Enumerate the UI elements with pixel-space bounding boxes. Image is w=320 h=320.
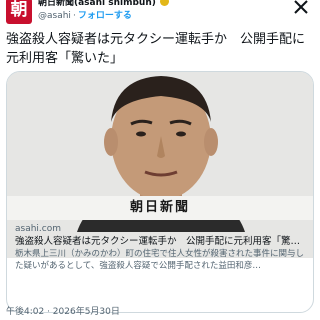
follow-button[interactable]: フォローする bbox=[78, 11, 132, 21]
card-domain: asahi.com bbox=[15, 224, 62, 234]
display-name[interactable]: 朝日新聞(asahi shimbun) bbox=[38, 0, 156, 8]
card-title[interactable]: 強盗殺人容疑者は元タクシー運転手か 公開手配に元利用客「驚いた… bbox=[15, 235, 305, 248]
account-handle-row: @asahi · フォローする bbox=[38, 10, 132, 22]
close-icon[interactable] bbox=[292, 0, 310, 16]
card-body[interactable]: asahi.com 強盗殺人容疑者は元タクシー運転手か 公開手配に元利用客「驚い… bbox=[7, 220, 313, 272]
card-brand-logo: 朝日新聞 bbox=[7, 196, 313, 220]
tweet-timestamp[interactable]: 午後4:02 · 2026年5月30日 bbox=[6, 306, 120, 318]
account-handle[interactable]: @asahi bbox=[38, 11, 71, 21]
link-card[interactable]: 朝日新聞 asahi.com 強盗殺人容疑者は元タクシー運転手か 公開手配に元利… bbox=[6, 71, 314, 313]
separator-dot: · bbox=[72, 11, 76, 21]
verified-badge-icon bbox=[159, 0, 169, 6]
avatar-logo-text: 朝 bbox=[10, 0, 28, 20]
account-name-row: 朝日新聞(asahi shimbun) bbox=[38, 0, 169, 9]
tweet-header: 朝 朝日新聞(asahi shimbun) @asahi · フォローする bbox=[6, 0, 320, 24]
tweet-text: 強盗殺人容疑者は元タクシー運転手か 公開手配に元利用客「驚いた」 bbox=[6, 32, 306, 66]
avatar[interactable]: 朝 bbox=[6, 0, 32, 24]
card-description: 栃木県上三川（かみのかわ）町の住宅で住人女性が殺害された事件に関与した疑いがある… bbox=[15, 249, 305, 271]
